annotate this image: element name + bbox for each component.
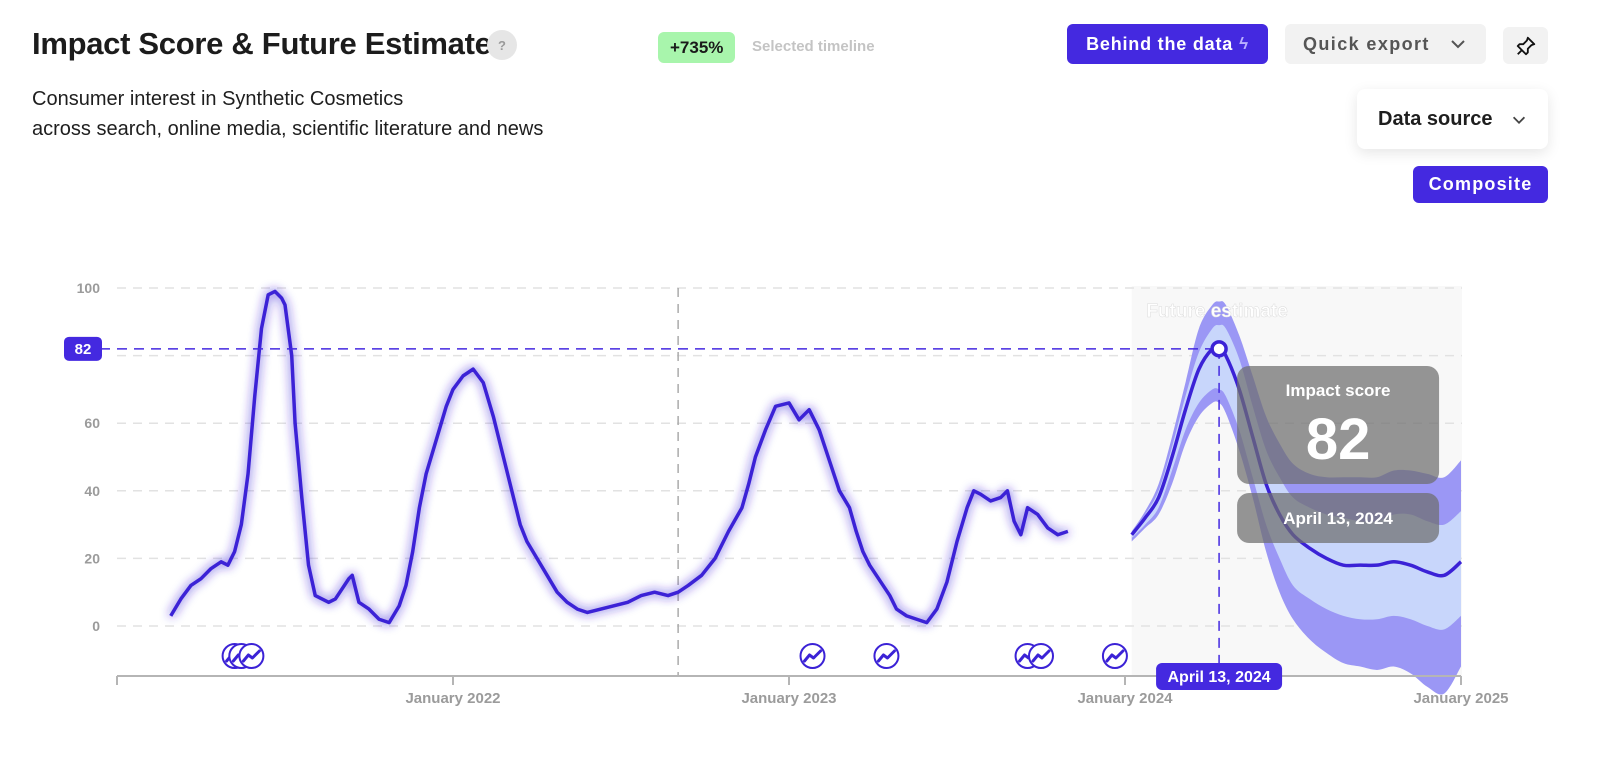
y-tick-label: 20 bbox=[84, 550, 100, 566]
trend-icon[interactable] bbox=[238, 643, 265, 669]
selected-date-badge-text: April 13, 2024 bbox=[1167, 669, 1270, 686]
trend-icon[interactable] bbox=[873, 643, 900, 669]
y-tick-label: 60 bbox=[84, 415, 100, 431]
x-tick-label: January 2024 bbox=[1077, 690, 1173, 707]
selected-point[interactable] bbox=[1210, 340, 1228, 358]
x-tick-label: January 2022 bbox=[405, 690, 500, 707]
trend-icon[interactable] bbox=[1028, 643, 1054, 669]
y-tick-label: 100 bbox=[77, 280, 101, 296]
selected-value-badge: 82 bbox=[64, 336, 102, 361]
tooltip-title: Impact score bbox=[1286, 381, 1391, 400]
tooltip: Impact score 82 April 13, 2024 bbox=[1237, 366, 1440, 543]
trend-icon[interactable] bbox=[1101, 643, 1128, 669]
y-tick-label: 0 bbox=[92, 618, 100, 634]
selected-value-badge-text: 82 bbox=[75, 341, 92, 358]
future-estimate-label: Future estimate bbox=[1146, 301, 1287, 322]
impact-chart[interactable]: 0 20 40 60 100 Future estimate Impact score … bbox=[0, 0, 1600, 757]
event-markers bbox=[221, 643, 1128, 669]
trend-icon[interactable] bbox=[799, 643, 826, 669]
x-tick-label: January 2023 bbox=[741, 690, 836, 707]
x-tick-label: January 2025 bbox=[1413, 690, 1508, 707]
selected-date-badge: April 13, 2024 bbox=[1156, 663, 1283, 690]
x-axis: January 2022 January 2023 January 2024 Janu… bbox=[116, 675, 1509, 707]
tooltip-date: April 13, 2024 bbox=[1283, 509, 1393, 528]
tooltip-value: 82 bbox=[1306, 407, 1371, 472]
y-axis: 0 20 40 60 100 bbox=[77, 280, 101, 634]
y-tick-label: 40 bbox=[84, 483, 100, 499]
series-line-historical bbox=[169, 289, 1069, 625]
